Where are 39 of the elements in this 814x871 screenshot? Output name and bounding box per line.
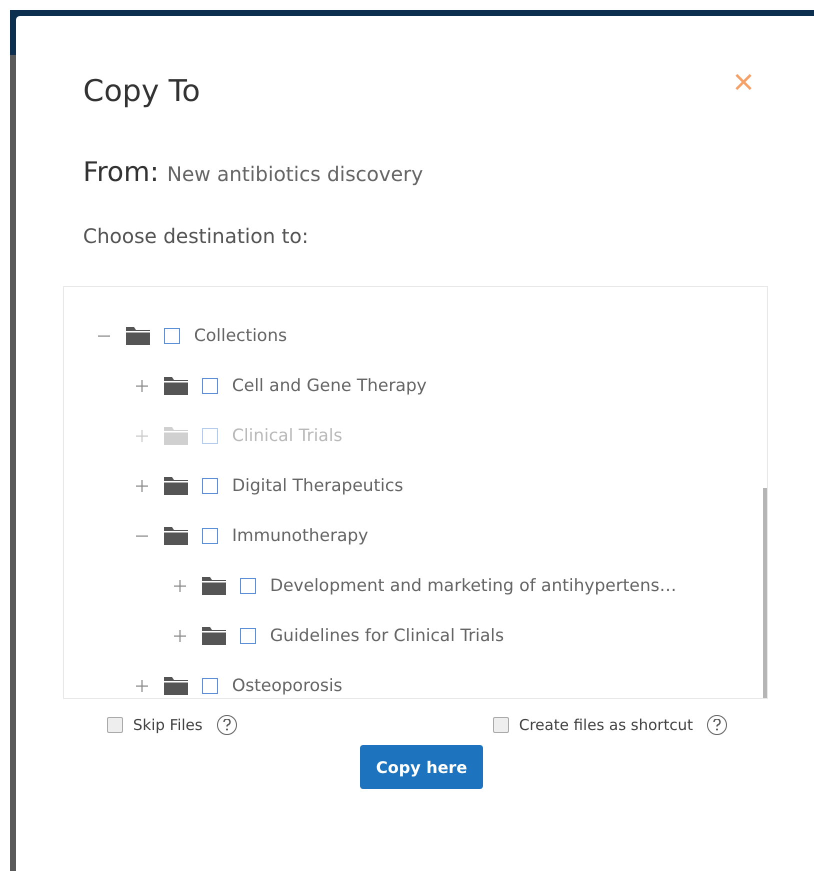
checkbox[interactable] xyxy=(202,528,218,544)
prompt-text: Choose destination to: xyxy=(83,224,310,248)
folder-icon xyxy=(164,677,188,695)
help-icon[interactable] xyxy=(216,715,237,735)
folder-icon xyxy=(164,527,188,545)
tree-item-label[interactable]: Immunotherapy xyxy=(232,526,368,546)
folder-icon xyxy=(164,477,188,495)
tree-item-label[interactable]: Development and marketing of antihypertens… xyxy=(270,576,676,596)
checkbox[interactable] xyxy=(493,717,509,733)
tree-item-label[interactable]: Osteoporosis xyxy=(232,676,342,696)
checkbox[interactable] xyxy=(107,717,123,733)
tree-item-label[interactable]: Guidelines for Clinical Trials xyxy=(270,626,504,646)
from-label: From: xyxy=(83,157,159,188)
checkbox[interactable] xyxy=(202,478,218,494)
folder-icon xyxy=(126,327,150,345)
option-label: Create files as shortcut xyxy=(519,716,693,734)
checkbox[interactable] xyxy=(240,578,256,594)
plus-icon[interactable] xyxy=(136,680,148,692)
checkbox[interactable] xyxy=(240,628,256,644)
checkbox[interactable] xyxy=(202,378,218,394)
plus-icon[interactable] xyxy=(174,580,186,592)
folder-icon xyxy=(164,427,188,445)
dialog-title: Copy To xyxy=(83,74,200,109)
plus-icon[interactable] xyxy=(136,380,148,392)
folder-icon xyxy=(202,577,226,595)
tree-item-label[interactable]: Cell and Gene Therapy xyxy=(232,376,427,396)
plus-icon[interactable] xyxy=(136,480,148,492)
checkbox[interactable] xyxy=(202,678,218,694)
folder-icon xyxy=(164,377,188,395)
checkbox[interactable] xyxy=(164,328,180,344)
tree-item-label[interactable]: Collections xyxy=(194,326,287,346)
tree-item-label[interactable]: Digital Therapeutics xyxy=(232,476,404,496)
scrollbar-thumb[interactable] xyxy=(763,488,767,698)
from-value: New antibiotics discovery xyxy=(167,162,424,186)
copy-here-button[interactable]: Copy here xyxy=(360,745,484,789)
option-label: Skip Files xyxy=(133,716,203,734)
help-icon[interactable] xyxy=(707,715,727,735)
plus-icon[interactable] xyxy=(174,630,186,642)
folder-icon xyxy=(202,627,226,645)
